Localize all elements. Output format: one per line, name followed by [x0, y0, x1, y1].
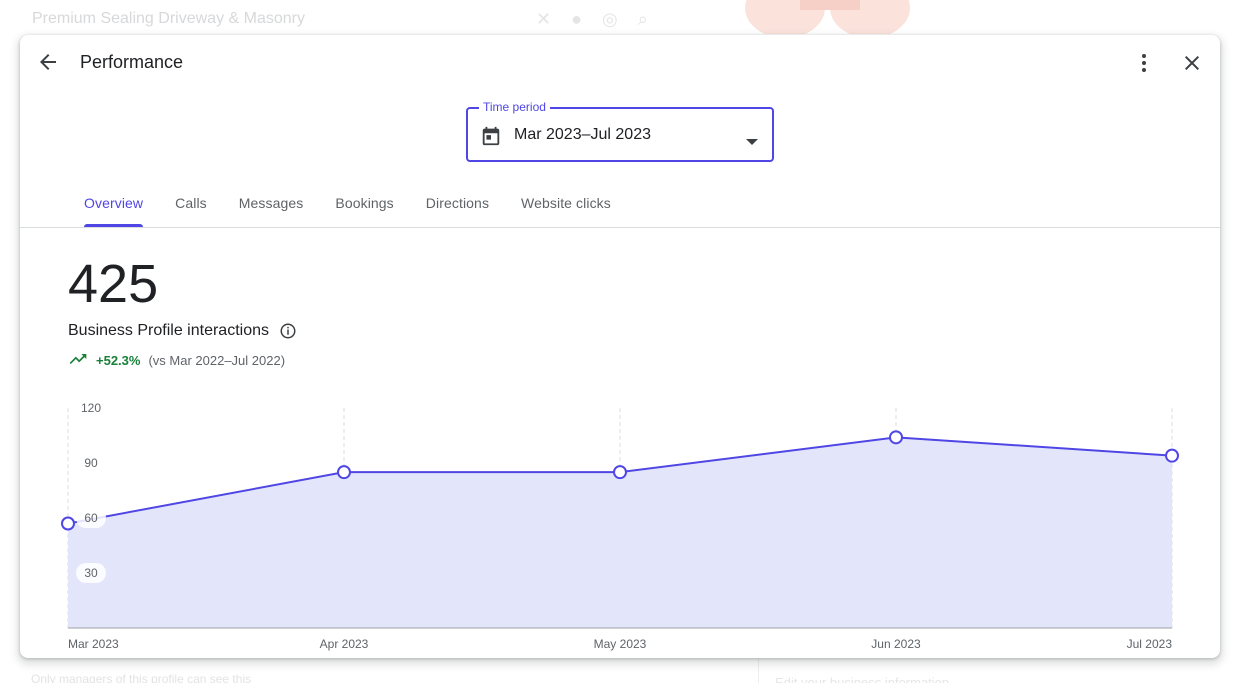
tab-website-clicks[interactable]: Website clicks	[505, 185, 627, 227]
performance-dialog: Performance Time period Mar 2023–Jul 202…	[20, 35, 1220, 658]
background-search-icon: ⌕	[637, 9, 648, 29]
data-point-3	[889, 430, 903, 445]
metric-label-row: Business Profile interactions	[68, 322, 297, 340]
metric-value: 425	[68, 254, 159, 314]
background-divider	[758, 658, 759, 683]
time-period-label: Time period	[479, 100, 550, 114]
background-search-text: Premium Sealing Driveway & Masonry	[32, 10, 305, 27]
dialog-title: Performance	[80, 52, 184, 72]
x-tick-label-4: Jul 2023	[1127, 637, 1173, 651]
more-options-button[interactable]	[1124, 43, 1164, 83]
x-tick-label-3: Jun 2023	[871, 637, 921, 651]
performance-tabs: Overview Calls Messages Bookings Directi…	[68, 185, 627, 227]
interactions-area-chart: 30 60 90 120 Mar 2023 Apr 2023 May 2023 Jun 202…	[61, 401, 1179, 651]
trend-comparison: (vs Mar 2022–Jul 2022)	[148, 353, 286, 368]
tab-messages[interactable]: Messages	[223, 185, 320, 227]
time-period-select[interactable]: Time period Mar 2023–Jul 2023	[466, 100, 774, 162]
background-search-icons: ✕ ● ◎ ⌕	[536, 9, 648, 30]
back-button[interactable]	[28, 42, 68, 82]
background-camera-icon: ◎	[601, 9, 618, 29]
dialog-header: Performance	[20, 35, 1220, 91]
close-button[interactable]	[1172, 43, 1212, 83]
x-tick-label-0: Mar 2023	[68, 637, 119, 651]
y-tick-label-90: 90	[84, 456, 98, 470]
arrow-back-icon	[40, 54, 56, 70]
background-doodle	[730, 0, 930, 34]
more-vert-icon	[1142, 54, 1146, 72]
background-bottom-right-text: Edit your business information	[775, 675, 950, 683]
info-icon[interactable]	[279, 322, 297, 340]
y-tick-label-120: 120	[81, 401, 101, 415]
y-tick-label-30: 30	[84, 566, 98, 580]
trending-up-icon	[68, 349, 88, 372]
data-point-0	[61, 516, 75, 531]
data-point-4	[1165, 448, 1179, 463]
trend-row: +52.3% (vs Mar 2022–Jul 2022)	[68, 349, 285, 372]
tab-overview[interactable]: Overview	[68, 185, 159, 227]
calendar-icon	[480, 125, 502, 152]
tabs-divider	[20, 227, 1220, 228]
x-tick-label-2: May 2023	[594, 637, 647, 651]
tab-bookings[interactable]: Bookings	[319, 185, 409, 227]
x-tick-label-1: Apr 2023	[320, 637, 369, 651]
metric-label: Business Profile interactions	[68, 322, 269, 339]
tab-directions[interactable]: Directions	[410, 185, 505, 227]
close-icon	[1185, 56, 1199, 70]
data-point-1	[337, 465, 351, 480]
trend-percent: +52.3%	[96, 353, 141, 368]
background-mic-icon: ●	[571, 9, 582, 29]
background-bottom-left-text: Only managers of this profile can see th…	[31, 672, 252, 683]
data-point-2	[613, 465, 627, 480]
time-period-value: Mar 2023–Jul 2023	[514, 126, 651, 143]
background-clear-icon: ✕	[536, 9, 552, 29]
y-tick-label-60: 60	[84, 511, 98, 525]
tab-calls[interactable]: Calls	[159, 185, 223, 227]
dropdown-arrow-icon	[746, 132, 758, 150]
